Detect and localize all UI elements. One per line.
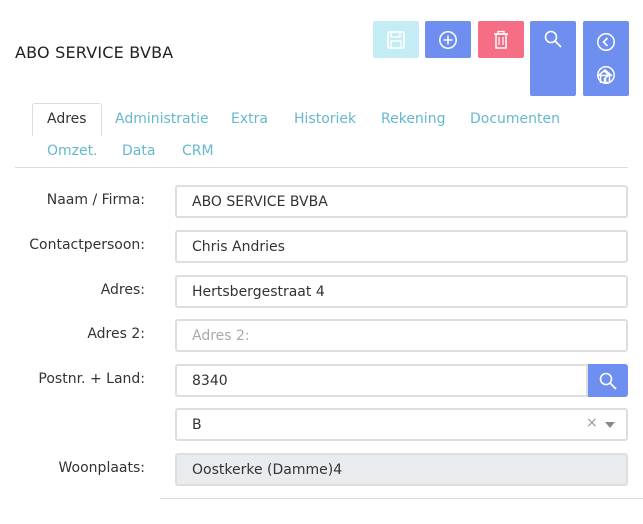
woonplaats-field: Oostkerke (Damme)4 xyxy=(175,453,628,486)
save-icon xyxy=(387,30,405,49)
naam-field[interactable]: ABO SERVICE BVBA xyxy=(175,185,628,218)
search-icon xyxy=(544,30,562,48)
woonplaats-label: Woonplaats: xyxy=(58,460,145,476)
chevron-left-icon[interactable] xyxy=(596,32,616,52)
tab-data[interactable]: Data xyxy=(122,143,155,159)
tab-bar: Adres Administratie Extra Historiek Reke… xyxy=(15,103,628,168)
land-clear-icon[interactable]: × xyxy=(586,415,598,431)
tab-adres[interactable]: Adres xyxy=(32,103,102,136)
adres2-field[interactable]: Adres 2: xyxy=(175,319,628,352)
tab-crm[interactable]: CRM xyxy=(182,143,214,159)
chevron-down-icon[interactable] xyxy=(605,422,615,428)
search-icon xyxy=(599,372,617,390)
search-button[interactable] xyxy=(530,21,576,96)
tab-documenten[interactable]: Documenten xyxy=(470,111,560,127)
naam-label: Naam / Firma: xyxy=(46,192,145,208)
tab-rekening[interactable]: Rekening xyxy=(381,111,445,127)
postnr-field[interactable]: 8340 xyxy=(175,364,588,397)
save-button[interactable] xyxy=(373,21,419,58)
trash-icon xyxy=(494,30,508,49)
postnr-search-button[interactable] xyxy=(588,364,628,397)
tab-historiek[interactable]: Historiek xyxy=(294,111,356,127)
delete-button[interactable] xyxy=(478,21,524,58)
tab-omzet[interactable]: Omzet. xyxy=(47,143,98,159)
page-title: ABO SERVICE BVBA xyxy=(15,43,174,62)
home-icon xyxy=(597,69,613,83)
tab-administratie[interactable]: Administratie xyxy=(115,111,209,127)
section-divider xyxy=(160,498,643,499)
postnr-land-label: Postnr. + Land: xyxy=(38,371,145,387)
land-select[interactable]: B xyxy=(175,408,628,441)
add-button[interactable] xyxy=(425,21,471,58)
home-button[interactable] xyxy=(594,67,616,85)
tab-extra[interactable]: Extra xyxy=(231,111,268,127)
adres-field[interactable]: Hertsbergestraat 4 xyxy=(175,275,628,308)
contactpersoon-field[interactable]: Chris Andries xyxy=(175,230,628,263)
adres-label: Adres: xyxy=(100,282,145,298)
plus-circle-icon xyxy=(439,30,457,49)
contactpersoon-label: Contactpersoon: xyxy=(29,237,145,253)
adres2-label: Adres 2: xyxy=(87,326,145,342)
